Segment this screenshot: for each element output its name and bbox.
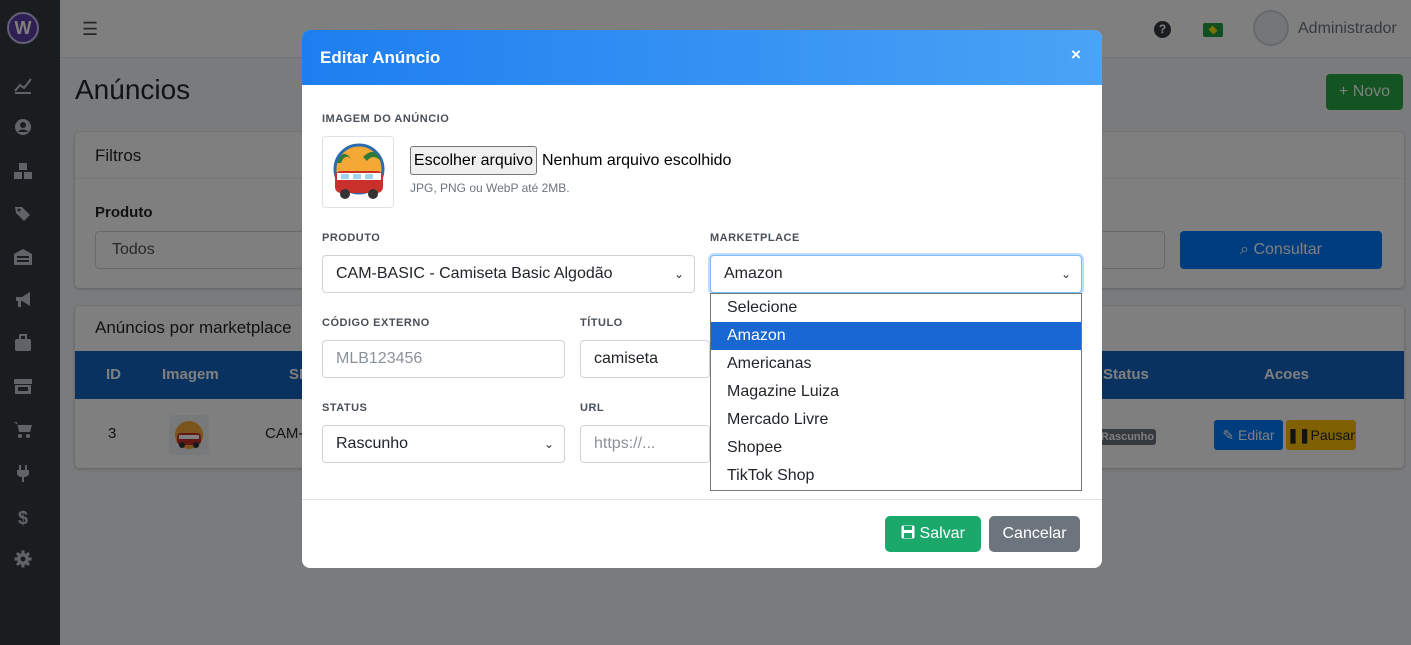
url-label: URL	[580, 402, 605, 414]
product-select-value: CAM-BASIC - Camiseta Basic Algodão	[336, 265, 613, 282]
product-select[interactable]: CAM-BASIC - Camiseta Basic Algodão ⌄	[322, 255, 695, 293]
dropdown-option[interactable]: Shopee	[711, 434, 1081, 462]
title-input-value: camiseta	[594, 350, 659, 367]
dropdown-option-selected[interactable]: Amazon	[711, 322, 1081, 350]
dropdown-option[interactable]: Magazine Luiza	[711, 378, 1081, 406]
save-button-label: Salvar	[919, 525, 965, 542]
chevron-down-icon: ⌄	[543, 437, 554, 451]
file-help-text: JPG, PNG ou WebP até 2MB.	[410, 181, 570, 195]
chevron-down-icon: ⌄	[1060, 267, 1071, 281]
choose-file-button[interactable]: Escolher arquivo	[410, 146, 537, 175]
product-label: PRODUTO	[322, 232, 381, 244]
image-label: IMAGEM DO ANÚNCIO	[322, 113, 450, 125]
external-code-input[interactable]: MLB123456	[322, 340, 565, 378]
external-code-placeholder: MLB123456	[336, 350, 423, 367]
external-code-label: CÓDIGO EXTERNO	[322, 317, 430, 329]
modal-header: Editar Anúncio ×	[302, 30, 1102, 85]
status-label: STATUS	[322, 402, 368, 414]
title-input[interactable]: camiseta	[580, 340, 710, 378]
divider	[302, 499, 1102, 500]
marketplace-label: MARKETPLACE	[710, 232, 800, 244]
dropdown-option[interactable]: Mercado Livre	[711, 406, 1081, 434]
dropdown-option[interactable]: TikTok Shop	[711, 462, 1081, 490]
product-image-preview	[322, 136, 394, 208]
close-icon[interactable]: ×	[1071, 45, 1081, 65]
cancel-button[interactable]: Cancelar	[989, 516, 1080, 552]
chevron-down-icon: ⌄	[673, 267, 684, 281]
file-status: Nenhum arquivo escolhido	[542, 152, 732, 169]
marketplace-select-value: Amazon	[724, 265, 783, 282]
dropdown-option[interactable]: Selecione	[711, 294, 1081, 322]
modal-title: Editar Anúncio	[320, 48, 441, 67]
url-placeholder: https://...	[594, 435, 656, 452]
dropdown-option[interactable]: Americanas	[711, 350, 1081, 378]
title-label: TÍTULO	[580, 317, 623, 329]
save-button[interactable]: Salvar	[885, 516, 981, 552]
status-select-value: Rascunho	[336, 435, 409, 452]
marketplace-dropdown-list: Selecione Amazon Americanas Magazine Lui…	[710, 293, 1082, 491]
status-select[interactable]: Rascunho ⌄	[322, 425, 565, 463]
marketplace-select[interactable]: Amazon ⌄	[710, 255, 1082, 293]
url-input[interactable]: https://...	[580, 425, 710, 463]
save-icon	[901, 525, 919, 542]
